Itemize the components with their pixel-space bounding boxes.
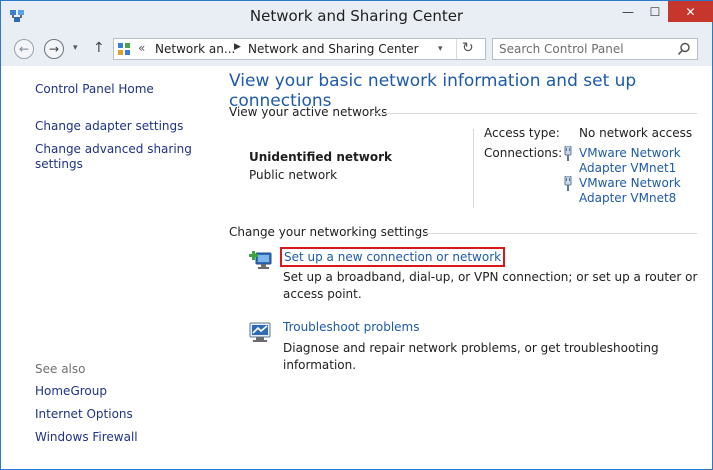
access-type-value: No network access — [579, 126, 693, 140]
active-networks-heading: View your active networks — [229, 105, 388, 119]
recent-locations-dropdown[interactable]: ▾ — [73, 43, 78, 53]
search-input[interactable] — [499, 41, 669, 57]
search-box — [492, 38, 698, 60]
ethernet-adapter-icon — [564, 176, 572, 191]
control-panel-icon — [118, 43, 130, 55]
refresh-button[interactable]: ↻ — [462, 40, 474, 56]
connection-link-vmnet8[interactable]: VMware Network Adapter VMnet8 — [579, 176, 689, 206]
address-bar[interactable]: « Network an... ▶ Network and Sharing Ce… — [113, 38, 486, 60]
troubleshoot-icon — [249, 322, 271, 342]
troubleshoot-problems-description: Diagnose and repair network problems, or… — [283, 341, 659, 372]
network-name: Unidentified network — [249, 150, 392, 164]
sidebar-link-control-panel-home[interactable]: Control Panel Home — [35, 82, 154, 97]
minimize-button[interactable]: — — [614, 1, 642, 23]
window: Network and Sharing Center — ☐ ✕ ← → ▾ ↑… — [0, 0, 713, 470]
navigation-bar: ← → ▾ ↑ « Network an... ▶ Network and Sh… — [1, 32, 712, 66]
breadcrumb-separator[interactable]: ▶ — [234, 42, 241, 52]
search-icon[interactable] — [677, 42, 691, 56]
connections-label: Connections: — [484, 146, 563, 160]
see-also-link-windows-firewall[interactable]: Windows Firewall — [35, 430, 138, 445]
troubleshoot-problems-link[interactable]: Troubleshoot problems — [283, 320, 419, 334]
active-networks-rule — [372, 113, 697, 114]
networking-settings-heading: Change your networking settings — [229, 225, 429, 239]
network-category: Public network — [249, 168, 338, 182]
maximize-button[interactable]: ☐ — [642, 1, 668, 23]
ethernet-adapter-icon — [564, 146, 572, 161]
networking-settings-rule — [423, 233, 697, 234]
address-history-dropdown[interactable]: ▾ — [438, 44, 443, 54]
forward-button[interactable]: → — [44, 39, 64, 59]
new-connection-icon — [249, 251, 272, 269]
sidebar-link-change-advanced-sharing-settings[interactable]: Change advanced sharing settings — [35, 142, 195, 172]
close-button[interactable]: ✕ — [668, 1, 713, 22]
window-title: Network and Sharing Center — [249, 7, 464, 25]
up-button[interactable]: ↑ — [93, 40, 105, 56]
breadcrumb-network-and-internet[interactable]: Network an... — [155, 42, 235, 56]
address-overflow-chevron[interactable]: « — [138, 41, 145, 55]
breadcrumb-network-and-sharing-center[interactable]: Network and Sharing Center — [248, 42, 419, 56]
see-also-link-internet-options[interactable]: Internet Options — [35, 407, 133, 422]
setup-new-connection-link[interactable]: Set up a new connection or network — [279, 247, 506, 267]
sidebar-link-change-adapter-settings[interactable]: Change adapter settings — [35, 119, 183, 134]
setup-new-connection-description: Set up a broadband, dial-up, or VPN conn… — [283, 270, 698, 301]
title-bar[interactable]: Network and Sharing Center — ☐ ✕ — [1, 1, 713, 32]
access-type-label: Access type: — [484, 126, 560, 140]
network-details-divider — [473, 129, 474, 208]
connection-link-vmnet1[interactable]: VMware Network Adapter VMnet1 — [579, 146, 689, 176]
back-button[interactable]: ← — [14, 39, 34, 59]
see-also-link-homegroup[interactable]: HomeGroup — [35, 384, 107, 399]
see-also-heading: See also — [35, 362, 86, 376]
address-divider — [456, 39, 457, 59]
